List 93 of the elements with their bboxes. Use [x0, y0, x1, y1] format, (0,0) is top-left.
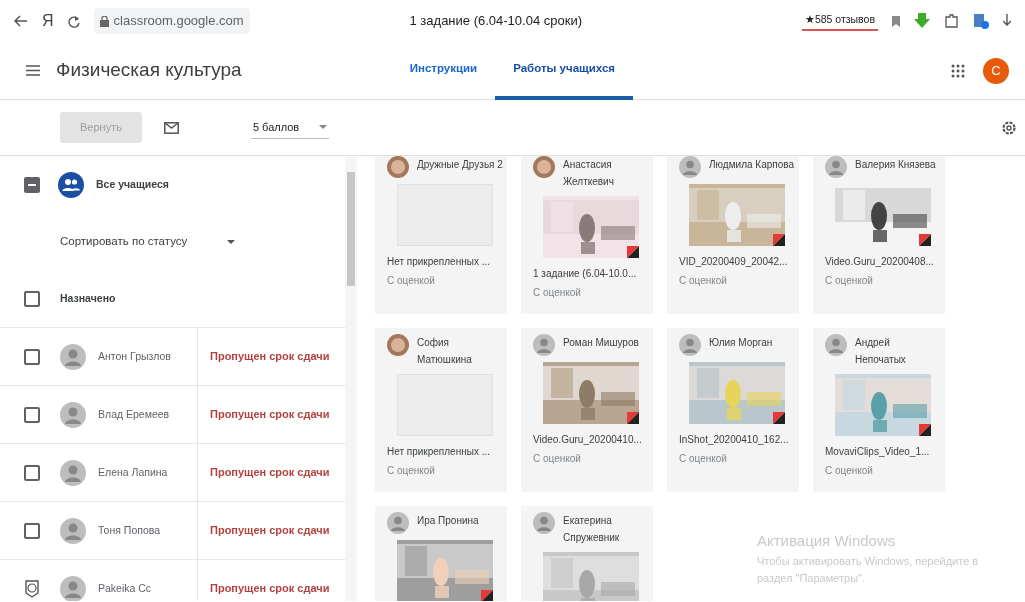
checkbox[interactable]: [24, 348, 40, 365]
settings-icon[interactable]: [1001, 119, 1017, 136]
group-label: Назначено: [60, 290, 116, 306]
download-icon[interactable]: [1003, 14, 1011, 28]
student-name: Екатерина Спружевник: [563, 514, 621, 545]
status-text: Пропущен срок сдачи: [197, 444, 330, 501]
extension-icon[interactable]: [944, 13, 959, 29]
student-name: Тоня Попова: [98, 522, 162, 538]
status-text: Пропущен срок сдачи: [197, 386, 330, 443]
video-badge-icon: [919, 424, 931, 436]
status-text: С оценкой: [825, 274, 874, 288]
page-title: 1 задание (6.04-10.04 сроки): [408, 12, 583, 31]
video-badge-icon: [919, 234, 931, 246]
video-badge-icon: [627, 246, 639, 258]
submission-card[interactable]: Дружные Друзья 2 Нет прикрепленных ... С оценкой: [375, 156, 507, 314]
course-title: Физическая культура: [56, 58, 242, 83]
avatar: [60, 401, 86, 428]
help-icon: [24, 579, 40, 598]
student-name: Влад Еремеев: [98, 406, 171, 422]
status-text: С оценкой: [533, 286, 582, 300]
file-name[interactable]: VID_20200409_20042...: [679, 254, 795, 269]
scrollbar-thumb[interactable]: [347, 172, 355, 286]
checkbox[interactable]: [24, 290, 40, 307]
checkbox[interactable]: [24, 522, 40, 539]
student-name: София Матюшкина: [417, 336, 473, 367]
bookmark-icon[interactable]: [892, 15, 900, 27]
student-name: Людмила Карпова: [709, 158, 794, 172]
submission-card[interactable]: Роман Мишуров Video.Guru_20200410... С оценкой: [521, 328, 653, 492]
status-text: С оценкой: [679, 274, 728, 288]
submission-card[interactable]: София Матюшкина Нет прикрепленных ... С оценкой: [375, 328, 507, 492]
account-avatar[interactable]: C: [983, 57, 1009, 84]
file-name[interactable]: Нет прикрепленных ...: [387, 444, 503, 459]
file-name[interactable]: InShot_20200410_162...: [679, 432, 795, 447]
reload-icon[interactable]: [67, 14, 80, 28]
student-name: Роман Мишуров: [563, 336, 639, 350]
browser-logo[interactable]: Я: [42, 9, 54, 33]
status-text: С оценкой: [825, 464, 874, 478]
submission-card[interactable]: Людмила Карпова VID_20200409_20042... С оценкой: [667, 156, 799, 314]
tab[interactable]: Работы учащихся: [495, 41, 634, 100]
reviews-badge[interactable]: ★585 отзывов: [801, 11, 878, 31]
student-name: Дружные Друзья 2: [417, 158, 503, 172]
back-icon[interactable]: [14, 15, 28, 27]
submission-card[interactable]: Андрей Непочатых MovaviClips_Video_1... С оценкой: [813, 328, 945, 492]
submission-card[interactable]: Валерия Князева Video.Guru_20200408... С оценкой: [813, 156, 945, 314]
scrollbar[interactable]: [345, 156, 357, 601]
checkbox[interactable]: [24, 406, 40, 423]
student-name: Ира Пронина: [417, 514, 479, 528]
avatar: [60, 459, 86, 486]
submission-card[interactable]: Екатерина Спружевник: [521, 506, 653, 601]
file-name[interactable]: Нет прикрепленных ...: [387, 254, 503, 269]
avatar: [60, 575, 86, 601]
student-name: Антон Грызлов: [98, 348, 172, 364]
lock-icon: [99, 15, 109, 27]
student-name: Андрей Непочатых: [855, 336, 907, 367]
all-students-label: Все учащиеся: [96, 176, 169, 192]
sort-dropdown[interactable]: Сортировать по статусу: [60, 232, 236, 251]
status-text: С оценкой: [387, 274, 436, 288]
file-name[interactable]: MovaviClips_Video_1...: [825, 444, 941, 459]
student-name: Pakeika Cc: [98, 580, 153, 596]
address-bar[interactable]: classroom.google.com: [93, 8, 250, 34]
caret-icon: [319, 125, 328, 129]
status-text: Пропущен срок сдачи: [197, 328, 330, 385]
student-name: Юлия Морган: [709, 336, 773, 350]
student-name: Валерия Князева: [855, 158, 936, 172]
file-name[interactable]: 1 задание (6.04-10.0...: [533, 266, 649, 281]
video-badge-icon: [627, 412, 639, 424]
caret-icon: [227, 239, 236, 244]
status-text: С оценкой: [533, 452, 582, 466]
status-text: Пропущен срок сдачи: [197, 560, 330, 601]
extension-icon[interactable]: [973, 13, 989, 29]
submission-card[interactable]: Анастасия Желткевич 1 задание (6.04-10.0... С оценкой: [521, 156, 653, 314]
avatar: [60, 343, 86, 370]
video-badge-icon: [773, 234, 785, 246]
student-name: Елена Лапина: [98, 464, 169, 480]
file-name[interactable]: Video.Guru_20200410...: [533, 432, 649, 447]
video-badge-icon: [773, 412, 785, 424]
status-text: С оценкой: [387, 464, 436, 478]
apps-icon[interactable]: [951, 63, 965, 78]
checkbox[interactable]: [24, 176, 40, 193]
checkbox[interactable]: [24, 464, 40, 481]
submission-card[interactable]: Ира Пронина: [375, 506, 507, 601]
avatar: [60, 517, 86, 544]
status-text: Пропущен срок сдачи: [197, 502, 330, 559]
student-name: Анастасия Желткевич: [563, 158, 615, 189]
status-text: С оценкой: [679, 452, 728, 466]
tab[interactable]: Инструкции: [391, 41, 496, 100]
video-badge-icon: [481, 590, 493, 601]
submission-card[interactable]: Юлия Морган InShot_20200410_162... С оценкой: [667, 328, 799, 492]
file-name[interactable]: Video.Guru_20200408...: [825, 254, 941, 269]
group-icon: [58, 171, 84, 198]
points-dropdown[interactable]: 5 баллов: [250, 115, 329, 140]
menu-icon[interactable]: [26, 65, 40, 76]
mail-icon[interactable]: [163, 121, 179, 134]
